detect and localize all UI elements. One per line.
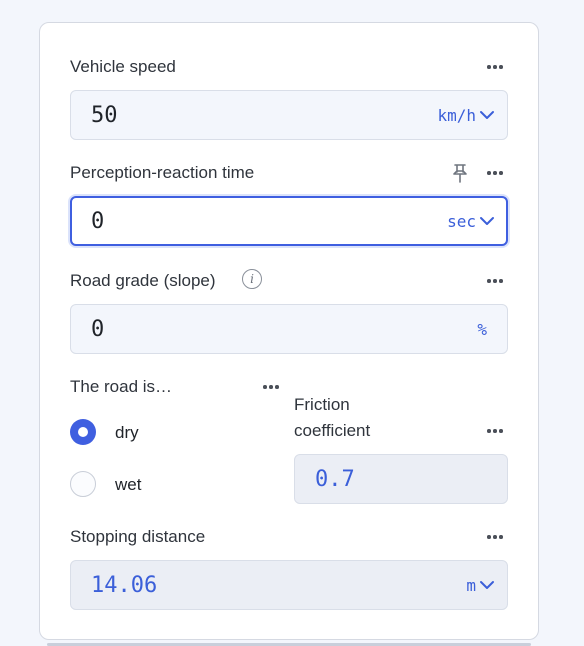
friction-label-line1: Friction (294, 395, 350, 414)
chevron-down-icon (480, 111, 494, 119)
vehicle-speed-unit: km/h (437, 105, 476, 125)
road-grade-unit: % (477, 305, 487, 353)
reaction-time-label: Perception-reaction time (70, 163, 255, 182)
vehicle-speed-label: Vehicle speed (70, 57, 176, 76)
stopping-distance-unit: m (466, 575, 476, 595)
reaction-time-unit: sec (447, 211, 476, 231)
road-grade-more-icon[interactable] (485, 271, 505, 291)
chevron-down-icon (480, 217, 494, 225)
road-condition-label: The road is… (70, 377, 173, 396)
road-wet-radio[interactable] (70, 471, 96, 497)
vehicle-speed-unit-select[interactable]: km/h (437, 91, 495, 139)
road-condition-more-icon[interactable] (261, 377, 281, 397)
reaction-time-unit-select[interactable]: sec (447, 198, 495, 244)
stopping-distance-unit-select[interactable]: m (466, 561, 495, 609)
vehicle-speed-input[interactable] (91, 91, 391, 139)
stopping-distance-label: Stopping distance (70, 527, 206, 546)
friction-field: 0.7 (294, 454, 508, 504)
friction-more-icon[interactable] (485, 421, 505, 441)
road-grade-field: % (70, 304, 508, 354)
reaction-time-more-icon[interactable] (485, 163, 505, 183)
road-wet-label[interactable]: wet (115, 475, 141, 495)
friction-value: 0.7 (315, 466, 355, 492)
road-grade-unit-label: % (477, 319, 487, 339)
reaction-time-field: sec (70, 196, 508, 246)
road-grade-label: Road grade (slope) (70, 271, 216, 290)
road-grade-input[interactable] (91, 305, 391, 353)
stopping-distance-field: 14.06 m (70, 560, 508, 610)
chevron-down-icon (480, 581, 494, 589)
friction-label-line2: coefficient (294, 421, 371, 440)
road-dry-radio[interactable] (70, 419, 96, 445)
stopping-distance-value: 14.06 (91, 572, 158, 598)
road-dry-label[interactable]: dry (115, 423, 139, 443)
vehicle-speed-more-icon[interactable] (485, 57, 505, 77)
pin-icon[interactable] (452, 163, 468, 183)
vehicle-speed-field: km/h (70, 90, 508, 140)
reaction-time-input[interactable] (91, 198, 391, 244)
info-icon[interactable]: i (242, 269, 262, 289)
calculator-card: Vehicle speed km/h Perception-reaction t… (39, 22, 539, 640)
stopping-distance-more-icon[interactable] (485, 527, 505, 547)
